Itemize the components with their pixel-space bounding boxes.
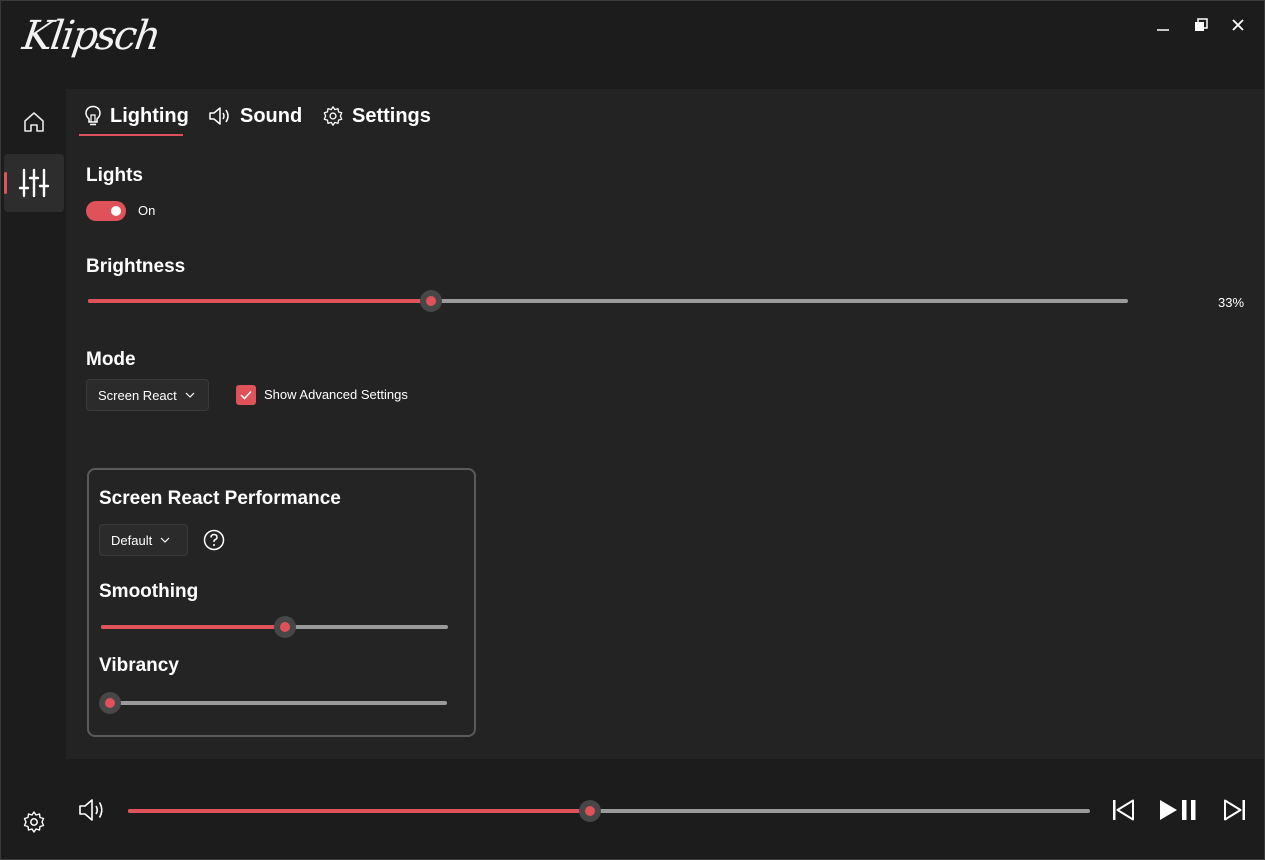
volume-slider-fill — [128, 809, 590, 813]
playback-bar — [1, 761, 1264, 859]
brightness-slider-thumb[interactable] — [420, 290, 443, 312]
mode-label: Mode — [86, 349, 136, 370]
performance-preset-value: Default — [111, 532, 153, 548]
sliders-icon — [18, 168, 50, 198]
tab-sound[interactable]: Sound — [208, 101, 302, 131]
brightness-label: Brightness — [86, 256, 186, 277]
lights-toggle-state: On — [138, 203, 156, 218]
lighting-content: Lighting Sound Settings Lights On Bright… — [66, 89, 1264, 759]
volume-button[interactable] — [77, 795, 107, 825]
smoothing-label: Smoothing — [99, 581, 199, 602]
tab-settings-label: Settings — [352, 104, 431, 127]
vibrancy-slider[interactable] — [99, 692, 447, 714]
brightness-value: 33% — [1218, 295, 1245, 310]
minimize-button[interactable] — [1151, 13, 1175, 37]
lights-label: Lights — [86, 165, 143, 186]
performance-title: Screen React Performance — [99, 488, 341, 509]
gear-icon — [23, 811, 45, 833]
advanced-settings-label: Show Advanced Settings — [264, 387, 408, 402]
app-window: Klipsch Lighting Sound Settings Lights O… — [0, 0, 1265, 860]
next-track-button[interactable] — [1221, 796, 1249, 824]
app-settings-button[interactable] — [19, 807, 49, 837]
nav-home-button[interactable] — [4, 93, 64, 151]
vibrancy-label: Vibrancy — [99, 655, 179, 676]
close-button[interactable] — [1226, 13, 1250, 37]
brightness-slider-fill — [88, 299, 432, 303]
restore-button[interactable] — [1189, 13, 1213, 37]
previous-track-icon — [1113, 799, 1134, 821]
checkmark-icon — [240, 390, 252, 400]
volume-slider-thumb[interactable] — [578, 800, 601, 822]
mode-dropdown[interactable]: Screen React — [86, 379, 209, 411]
play-pause-button[interactable] — [1156, 796, 1200, 824]
smoothing-slider-thumb[interactable] — [273, 616, 296, 638]
tab-sound-label: Sound — [240, 104, 303, 127]
chevron-down-icon — [160, 537, 170, 543]
brightness-slider[interactable] — [88, 290, 1128, 312]
close-icon — [1232, 19, 1244, 31]
minimize-icon — [1157, 29, 1169, 31]
smoothing-slider-fill — [101, 625, 285, 629]
play-pause-icon — [1160, 800, 1196, 820]
nav-equalizer-button[interactable] — [4, 154, 64, 212]
speaker-icon — [209, 107, 229, 125]
active-tab-underline — [79, 134, 183, 136]
toggle-knob — [111, 206, 121, 216]
volume-slider[interactable] — [128, 800, 1090, 822]
speaker-icon — [79, 799, 103, 821]
smoothing-slider[interactable] — [101, 616, 448, 638]
klipsch-logo: Klipsch — [19, 13, 162, 59]
screen-react-performance-panel: Screen React Performance Default Smoothi… — [87, 468, 476, 737]
next-track-icon — [1224, 799, 1245, 821]
restore-icon — [1195, 18, 1208, 31]
nav-rail — [1, 89, 65, 859]
gear-icon — [323, 106, 343, 126]
nav-active-indicator — [4, 172, 7, 194]
home-icon — [24, 112, 44, 132]
chevron-down-icon — [185, 392, 195, 398]
mode-dropdown-value: Screen React — [98, 387, 177, 403]
vibrancy-slider-thumb[interactable] — [99, 692, 121, 714]
help-icon[interactable] — [203, 529, 225, 551]
performance-preset-dropdown[interactable]: Default — [99, 524, 188, 556]
tab-settings[interactable]: Settings — [322, 101, 431, 131]
title-bar: Klipsch — [1, 1, 1264, 89]
lightbulb-icon — [85, 105, 101, 126]
lights-toggle[interactable] — [86, 201, 126, 221]
previous-track-button[interactable] — [1109, 796, 1137, 824]
tab-lighting[interactable]: Lighting — [84, 101, 189, 131]
tab-lighting-label: Lighting — [110, 104, 189, 127]
advanced-settings-checkbox[interactable] — [236, 385, 256, 405]
